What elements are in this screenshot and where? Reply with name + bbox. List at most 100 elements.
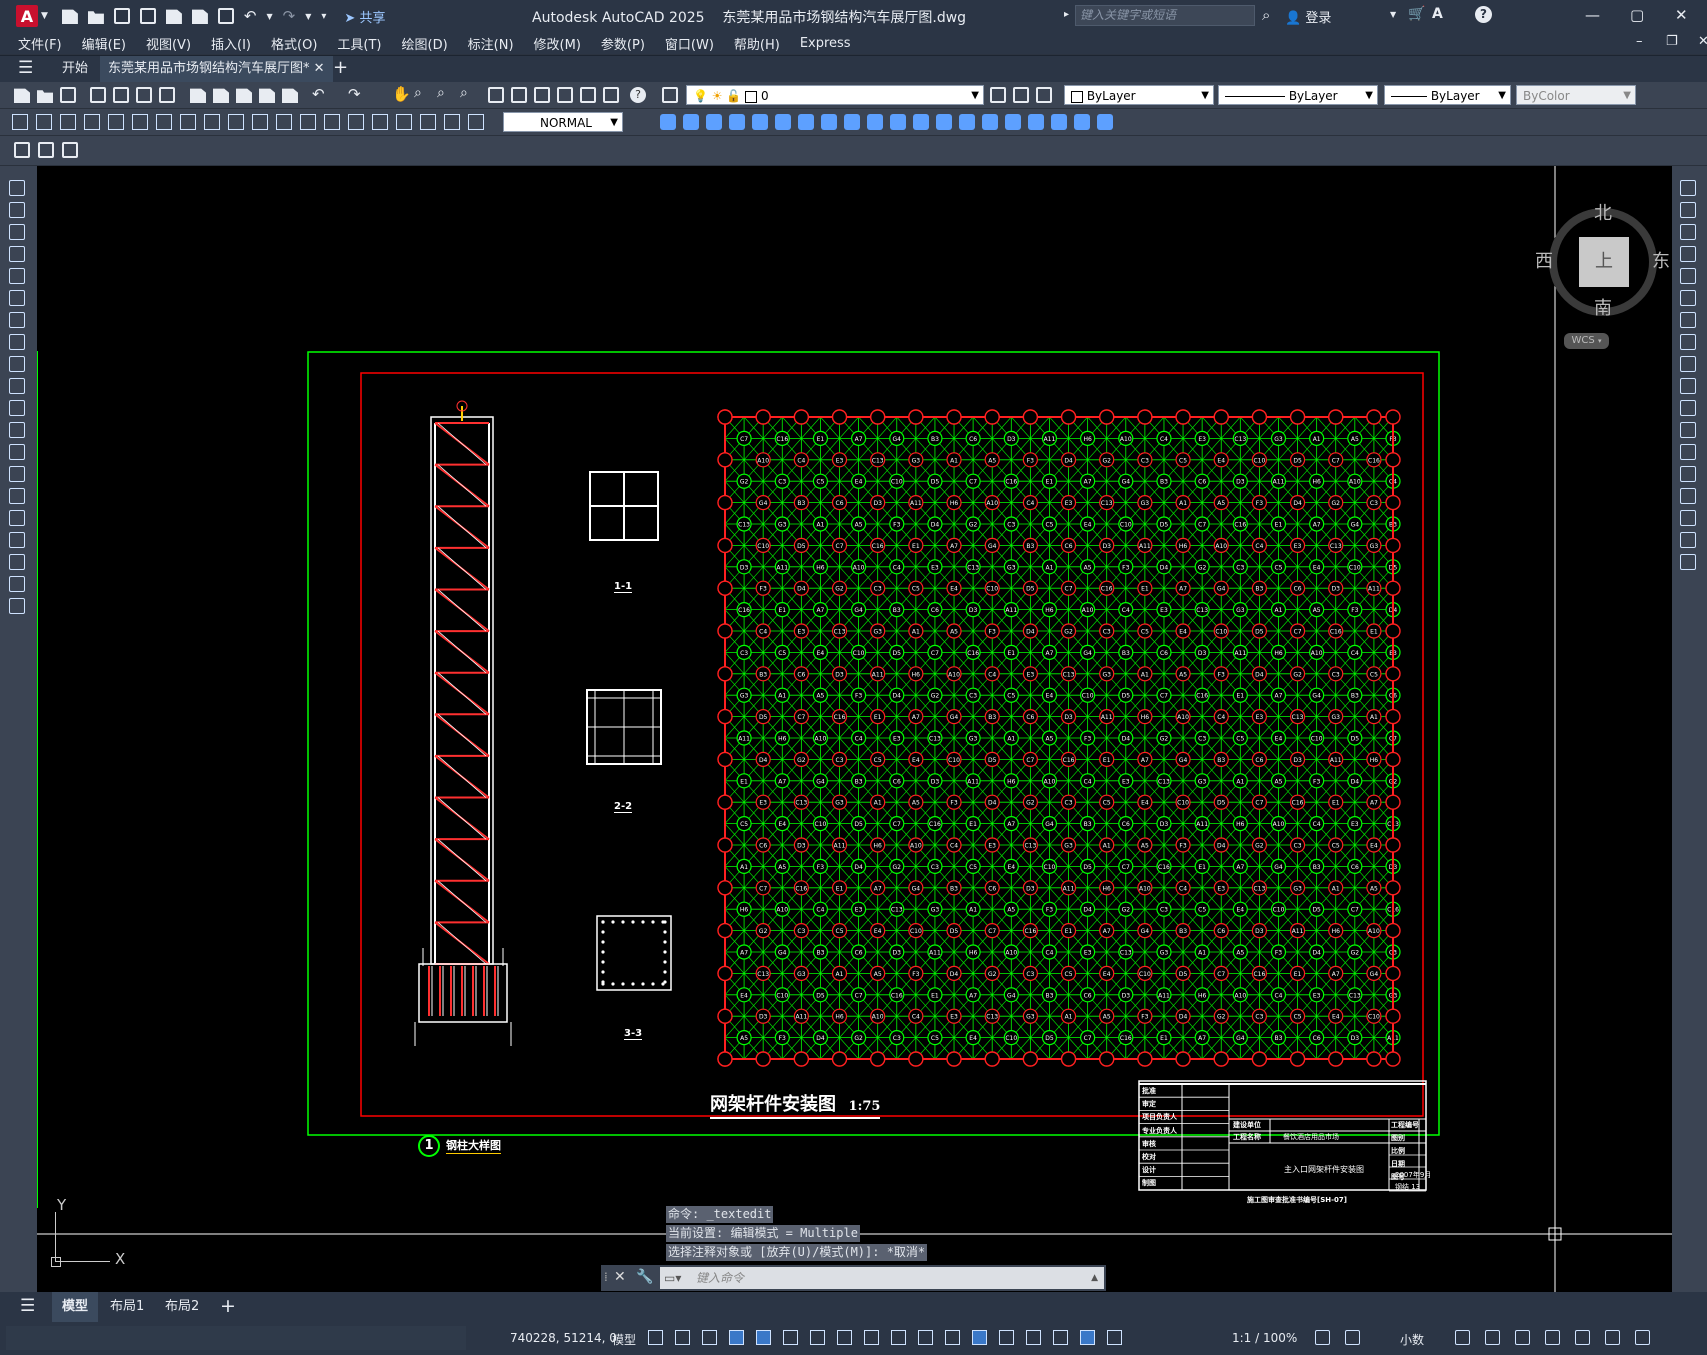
units-icon[interactable] bbox=[1455, 1330, 1470, 1345]
undo-icon[interactable]: ↶ bbox=[312, 85, 325, 103]
3d-print-icon[interactable] bbox=[159, 87, 175, 103]
properties-icon[interactable] bbox=[488, 87, 504, 103]
drawing-canvas[interactable]: A1 A5 F3 D4 G2 C3 C5 E4 C10 D5 C7 C16 E1 A7 G4 B3 C6 D3 C7… bbox=[37, 166, 1672, 1292]
line-icon[interactable] bbox=[9, 180, 25, 196]
viewcube-face-top[interactable]: 上 bbox=[1579, 237, 1629, 287]
table-icon[interactable] bbox=[62, 142, 78, 158]
mtext-icon[interactable] bbox=[38, 142, 54, 158]
clean-icon[interactable] bbox=[1097, 114, 1113, 130]
hamburger-menu-icon[interactable]: ☰ bbox=[18, 58, 33, 78]
tolerance-icon[interactable] bbox=[324, 114, 340, 130]
spline-icon[interactable] bbox=[9, 356, 25, 372]
intersect-icon[interactable] bbox=[775, 114, 791, 130]
polyline-icon[interactable] bbox=[9, 224, 25, 240]
open-icon[interactable] bbox=[37, 90, 53, 103]
transparency-icon[interactable] bbox=[891, 1330, 906, 1345]
imprint-icon[interactable] bbox=[1028, 114, 1044, 130]
gizmo-icon[interactable] bbox=[1026, 1330, 1041, 1345]
tab-layout1[interactable]: 布局1 bbox=[100, 1292, 154, 1322]
close-window-button[interactable]: ✕ bbox=[1675, 6, 1688, 24]
command-grip-icon[interactable]: ⁞ bbox=[604, 1270, 608, 1284]
minimize-button[interactable]: — bbox=[1585, 6, 1600, 24]
command-input[interactable]: ▭▾ 键入命令 ▲ bbox=[660, 1267, 1104, 1289]
quick-properties-icon[interactable] bbox=[1485, 1330, 1500, 1345]
qnew-icon[interactable] bbox=[14, 88, 30, 103]
redo-dropdown-icon[interactable]: ▼ bbox=[305, 12, 311, 21]
grid-icon[interactable] bbox=[648, 1330, 663, 1345]
inspect-icon[interactable] bbox=[372, 114, 388, 130]
3d-object-snap-icon[interactable] bbox=[945, 1330, 960, 1345]
dim-space-icon[interactable] bbox=[276, 114, 292, 130]
explode-icon[interactable] bbox=[1680, 554, 1696, 570]
loft-icon[interactable] bbox=[867, 114, 883, 130]
color-dropdown[interactable]: ByLayer ▼ bbox=[1064, 85, 1214, 105]
lineweight-dropdown[interactable]: ByLayer ▼ bbox=[1384, 85, 1511, 105]
snap-icon[interactable] bbox=[675, 1330, 690, 1345]
polar-icon[interactable] bbox=[756, 1330, 771, 1345]
lock-ui-icon[interactable] bbox=[1515, 1330, 1530, 1345]
break-icon[interactable] bbox=[1680, 444, 1696, 460]
copy-icon[interactable] bbox=[213, 88, 229, 103]
extend-icon[interactable] bbox=[1680, 400, 1696, 416]
arc-length-dim-icon[interactable] bbox=[60, 114, 76, 130]
plot-icon[interactable] bbox=[90, 87, 106, 103]
interfere-icon[interactable] bbox=[982, 114, 998, 130]
save-icon[interactable] bbox=[60, 87, 76, 103]
layer-previous-icon[interactable] bbox=[1013, 87, 1029, 103]
zoom-window-icon[interactable]: ⌕ bbox=[437, 85, 445, 101]
quickcalc-icon[interactable] bbox=[603, 87, 619, 103]
rotate-icon[interactable] bbox=[1680, 312, 1696, 328]
table-icon[interactable] bbox=[9, 554, 25, 570]
thicken-icon[interactable] bbox=[1005, 114, 1021, 130]
ellipse-icon[interactable] bbox=[9, 378, 25, 394]
diameter-dim-icon[interactable] bbox=[156, 114, 172, 130]
angular-dim-icon[interactable] bbox=[180, 114, 196, 130]
auto-scale-icon[interactable] bbox=[1080, 1330, 1095, 1345]
export-icon[interactable] bbox=[191, 9, 208, 24]
menu-edit[interactable]: 编辑(E) bbox=[82, 34, 126, 53]
autodesk-app-icon[interactable]: A bbox=[1432, 6, 1443, 22]
login-button[interactable]: 👤 登录 bbox=[1285, 7, 1331, 26]
annotation-monitor-icon[interactable] bbox=[1345, 1330, 1360, 1345]
command-history-arrow-icon[interactable]: ▲ bbox=[1091, 1267, 1098, 1289]
clean-screen-icon[interactable] bbox=[1605, 1330, 1620, 1345]
jogged-dim-icon[interactable] bbox=[132, 114, 148, 130]
revision-cloud-icon[interactable] bbox=[9, 334, 25, 350]
revolve-icon[interactable] bbox=[821, 114, 837, 130]
menu-express[interactable]: Express bbox=[800, 36, 851, 51]
logo-menu-arrow[interactable]: ▼ bbox=[41, 11, 48, 21]
linear-dim-icon[interactable] bbox=[12, 114, 28, 130]
tab-document[interactable]: 东莞某用品市场钢结构汽车展厅图* ✕ bbox=[100, 56, 333, 82]
isolate-objects-icon[interactable] bbox=[1545, 1330, 1560, 1345]
object-snap-icon[interactable] bbox=[837, 1330, 852, 1345]
markup-icon[interactable] bbox=[580, 87, 596, 103]
units-dropdown[interactable]: 小数 bbox=[1400, 1331, 1424, 1348]
extrude-icon[interactable] bbox=[798, 114, 814, 130]
quick-dim-icon[interactable] bbox=[204, 114, 220, 130]
new-file-icon[interactable] bbox=[61, 9, 78, 24]
maximize-button[interactable]: ▢ bbox=[1630, 6, 1644, 24]
dim-update-icon[interactable] bbox=[468, 114, 484, 130]
aligned-dim-icon[interactable] bbox=[36, 114, 52, 130]
subtract-icon[interactable] bbox=[752, 114, 768, 130]
autocad-logo[interactable]: A bbox=[16, 5, 38, 27]
login-dropdown-icon[interactable]: ▼ bbox=[1390, 10, 1396, 19]
workspace-switch-icon[interactable] bbox=[1315, 1330, 1330, 1345]
object-snap-tracking-icon[interactable] bbox=[810, 1330, 825, 1345]
doc-restore-button[interactable]: ❐ bbox=[1666, 34, 1678, 49]
cut-icon[interactable] bbox=[190, 88, 206, 103]
array-icon[interactable] bbox=[1680, 268, 1696, 284]
plotstyle-dropdown[interactable]: ByColor ▼ bbox=[1516, 85, 1636, 105]
layout-menu-icon[interactable]: ☰ bbox=[20, 1296, 35, 1316]
customize-command-icon[interactable]: 🔧 bbox=[636, 1269, 653, 1285]
selection-filter-icon[interactable] bbox=[999, 1330, 1014, 1345]
dynamic-ucs-icon[interactable] bbox=[972, 1330, 987, 1345]
viewcube-south[interactable]: 南 bbox=[1594, 294, 1612, 320]
new-tab-button[interactable]: + bbox=[333, 57, 348, 78]
scale-icon[interactable] bbox=[1680, 334, 1696, 350]
tab-layout2[interactable]: 布局2 bbox=[155, 1292, 209, 1322]
blend-icon[interactable] bbox=[1680, 532, 1696, 548]
sweep-icon[interactable] bbox=[844, 114, 860, 130]
sheet-icon[interactable] bbox=[165, 9, 182, 24]
dynamic-input-icon[interactable] bbox=[702, 1330, 717, 1345]
